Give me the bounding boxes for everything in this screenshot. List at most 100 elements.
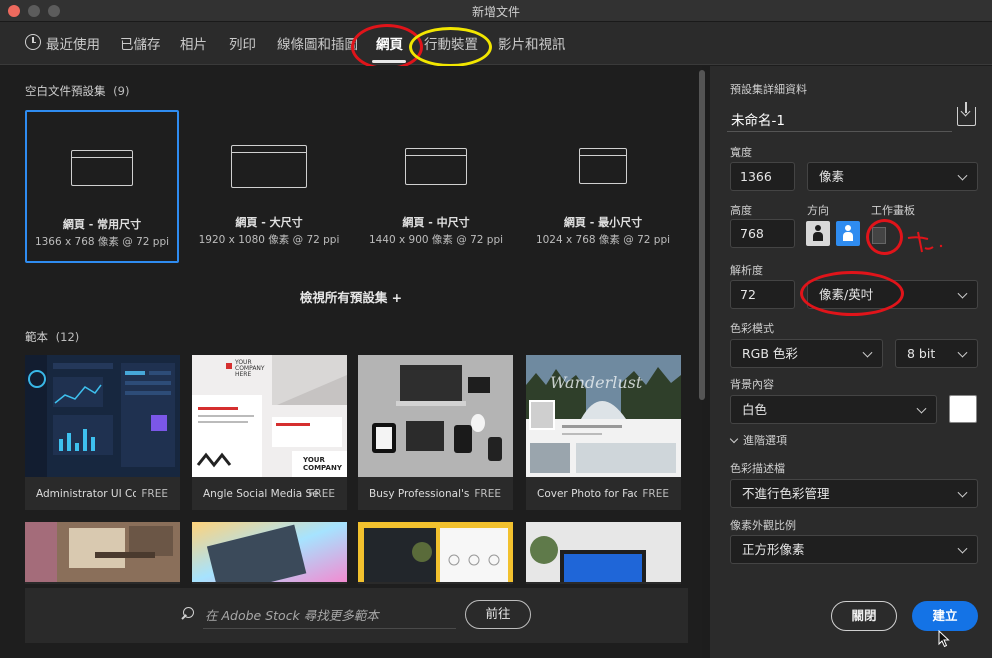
resolution-input[interactable]: 72 bbox=[730, 280, 795, 309]
chevron-down-icon bbox=[916, 403, 927, 414]
category-tab-bar: 最近使用 已儲存 相片 列印 線條圖和插圖 網頁 行動裝置 影片和視訊 bbox=[0, 22, 992, 65]
annotation-red-x-mark bbox=[907, 231, 943, 253]
clock-icon bbox=[25, 34, 41, 50]
blank-presets-heading: 空白文件預設集 (9) bbox=[25, 83, 129, 99]
chevron-down-icon bbox=[957, 347, 968, 358]
blank-presets-count: (9) bbox=[113, 84, 130, 98]
template-name: Cover Photo for Face... bbox=[537, 488, 637, 500]
template-card-gradient[interactable] bbox=[192, 522, 347, 584]
preset-size: 1440 x 900 像素 @ 72 ppi bbox=[368, 234, 504, 246]
template-name: Busy Professional's... bbox=[369, 488, 469, 500]
chevron-down-icon bbox=[957, 170, 968, 181]
template-card-admin-ui[interactable]: Administrator UI Co... FREE bbox=[25, 355, 180, 510]
tab-film-video[interactable]: 影片和視訊 bbox=[498, 33, 566, 53]
preset-details-heading: 預設集詳細資料 bbox=[730, 83, 807, 96]
chevron-down-icon bbox=[957, 288, 968, 299]
color-profile-value: 不進行色彩管理 bbox=[742, 486, 830, 501]
width-unit-dropdown[interactable]: 像素 bbox=[807, 162, 978, 191]
chevron-down-icon bbox=[957, 543, 968, 554]
preset-name: 網頁 - 常用尺寸 bbox=[62, 218, 142, 231]
color-profile-dropdown[interactable]: 不進行色彩管理 bbox=[730, 479, 978, 508]
create-button[interactable]: 建立 bbox=[912, 601, 978, 631]
preset-card-web-minimum[interactable]: 網頁 - 最小尺寸 1024 x 768 像素 @ 72 ppi bbox=[526, 110, 680, 263]
color-mode-value: RGB 色彩 bbox=[742, 346, 798, 361]
chevron-down-icon bbox=[957, 487, 968, 498]
tab-recent[interactable]: 最近使用 bbox=[46, 33, 100, 53]
template-card-interior[interactable] bbox=[25, 522, 180, 584]
template-thumbnail bbox=[25, 522, 180, 582]
chevron-down-icon bbox=[729, 434, 739, 444]
color-mode-dropdown[interactable]: RGB 色彩 bbox=[730, 339, 883, 368]
document-icon bbox=[71, 150, 133, 186]
width-label: 寬度 bbox=[730, 146, 752, 159]
template-thumbnail bbox=[358, 522, 513, 582]
template-thumbnail bbox=[526, 522, 681, 582]
thumb-company-footer: YOUR COMPANY bbox=[303, 456, 342, 472]
mouse-cursor-icon bbox=[938, 630, 950, 648]
template-name: Angle Social Media Set bbox=[203, 488, 318, 500]
template-card-dark-web[interactable] bbox=[358, 522, 513, 584]
thumb-company-header: YOUR COMPANY HERE bbox=[235, 359, 265, 378]
templates-count: (12) bbox=[55, 330, 80, 344]
go-button[interactable]: 前往 bbox=[465, 600, 531, 629]
pixel-aspect-dropdown[interactable]: 正方形像素 bbox=[730, 535, 978, 564]
document-icon bbox=[231, 145, 307, 188]
pixel-aspect-label: 像素外觀比例 bbox=[730, 519, 796, 532]
tab-photo[interactable]: 相片 bbox=[180, 33, 207, 53]
width-input[interactable]: 1366 bbox=[730, 162, 795, 191]
tab-saved[interactable]: 已儲存 bbox=[120, 33, 161, 53]
close-button[interactable]: 關閉 bbox=[831, 601, 897, 631]
adobe-stock-search-bar: 在 Adobe Stock 尋找更多範本 前往 bbox=[25, 588, 688, 643]
landscape-orientation-button[interactable] bbox=[836, 221, 860, 246]
template-card-angle-social[interactable]: YOUR COMPANY HERE YOUR COMPANY Angle Soc… bbox=[192, 355, 347, 510]
color-mode-label: 色彩模式 bbox=[730, 322, 774, 335]
artboard-label: 工作畫板 bbox=[871, 204, 915, 217]
tab-print[interactable]: 列印 bbox=[229, 33, 256, 53]
advanced-options-toggle[interactable]: 進階選項 bbox=[729, 432, 787, 448]
color-profile-label: 色彩描述檔 bbox=[730, 462, 785, 475]
search-icon bbox=[180, 607, 194, 621]
preset-card-web-medium[interactable]: 網頁 - 中尺寸 1440 x 900 像素 @ 72 ppi bbox=[359, 110, 513, 263]
template-name: Administrator UI Co... bbox=[36, 488, 136, 500]
height-label: 高度 bbox=[730, 204, 752, 217]
title-bar: 新增文件 bbox=[0, 0, 992, 22]
preset-name: 網頁 - 大尺寸 bbox=[235, 216, 303, 229]
preset-card-web-large[interactable]: 網頁 - 大尺寸 1920 x 1080 像素 @ 72 ppi bbox=[192, 110, 346, 263]
document-name-input[interactable]: 未命名-1 bbox=[727, 101, 952, 132]
template-card-cover-photo[interactable]: Wanderlust Cover Photo for Face... FREE bbox=[526, 355, 681, 510]
template-thumbnail bbox=[358, 355, 513, 477]
bit-depth-dropdown[interactable]: 8 bit bbox=[895, 339, 978, 368]
search-underline bbox=[203, 628, 456, 629]
resolution-label: 解析度 bbox=[730, 264, 763, 277]
chevron-down-icon bbox=[862, 347, 873, 358]
free-badge: FREE bbox=[141, 488, 168, 500]
tab-art-illustration[interactable]: 線條圖和插圖 bbox=[277, 33, 358, 53]
stock-search-input[interactable]: 在 Adobe Stock 尋找更多範本 bbox=[205, 605, 379, 624]
view-all-presets-link[interactable]: 檢視所有預設集 + bbox=[0, 287, 702, 306]
background-dropdown[interactable]: 白色 bbox=[730, 395, 937, 424]
free-badge: FREE bbox=[308, 488, 335, 500]
preset-card-web-common[interactable]: 網頁 - 常用尺寸 1366 x 768 像素 @ 72 ppi bbox=[25, 110, 179, 263]
thumb-wanderlust-title: Wanderlust bbox=[550, 373, 643, 392]
template-thumbnail bbox=[192, 522, 347, 582]
template-card-busy-professional[interactable]: Busy Professional's... FREE bbox=[358, 355, 513, 510]
portrait-orientation-button[interactable] bbox=[806, 221, 830, 246]
preset-name: 網頁 - 最小尺寸 bbox=[563, 216, 643, 229]
preset-scrollbar[interactable] bbox=[699, 70, 705, 400]
height-input[interactable]: 768 bbox=[730, 219, 795, 248]
save-preset-icon[interactable] bbox=[957, 102, 976, 126]
background-value: 白色 bbox=[742, 402, 768, 417]
annotation-red-circle-resolution-unit bbox=[800, 271, 904, 316]
advanced-options-label: 進階選項 bbox=[743, 434, 787, 447]
blank-presets-title: 空白文件預設集 bbox=[25, 84, 106, 98]
background-color-swatch[interactable] bbox=[949, 395, 977, 423]
annotation-red-circle-artboard bbox=[866, 219, 903, 255]
orientation-label: 方向 bbox=[807, 204, 829, 217]
annotation-yellow-circle-mobile-tab bbox=[409, 27, 492, 67]
window-title: 新增文件 bbox=[471, 5, 520, 19]
document-icon bbox=[579, 148, 627, 184]
templates-heading: 範本 (12) bbox=[25, 329, 79, 345]
free-badge: FREE bbox=[474, 488, 501, 500]
template-card-monitor[interactable] bbox=[526, 522, 681, 584]
template-thumbnail bbox=[25, 355, 180, 477]
